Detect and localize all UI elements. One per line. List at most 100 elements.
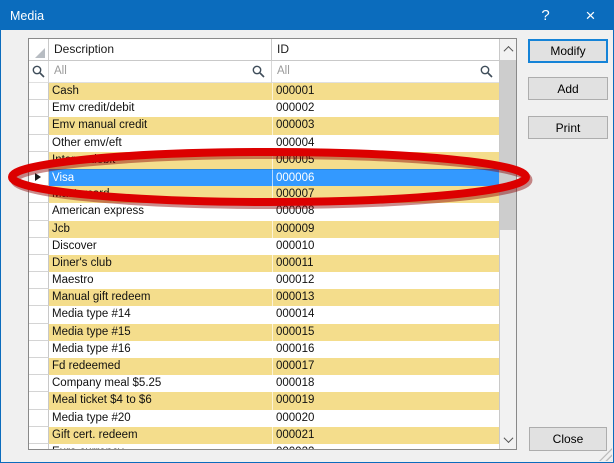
row-selector-cell[interactable] — [29, 186, 49, 203]
table-row[interactable]: Diner's club000011 — [29, 255, 499, 272]
row-selector-cell[interactable] — [29, 255, 49, 272]
table-row[interactable]: Media type #20000020 — [29, 410, 499, 427]
row-selector-cell[interactable] — [29, 306, 49, 323]
scroll-up-icon[interactable] — [500, 39, 516, 59]
description-cell[interactable]: Media type #14 — [49, 306, 272, 323]
row-selector-cell[interactable] — [29, 203, 49, 220]
table-row[interactable]: Manual gift redeem000013 — [29, 289, 499, 306]
table-row[interactable]: Company meal $5.25000018 — [29, 375, 499, 392]
description-cell[interactable]: Diner's club — [49, 255, 272, 272]
table-row[interactable]: Emv manual credit000003 — [29, 117, 499, 134]
description-cell[interactable]: Cash — [49, 83, 272, 100]
row-selector-cell[interactable] — [29, 169, 49, 186]
id-cell[interactable]: 000013 — [272, 289, 499, 306]
close-button[interactable]: Close — [529, 427, 607, 451]
description-cell[interactable]: Gift cert. redeem — [49, 427, 272, 444]
table-row[interactable]: Mastercard000007 — [29, 186, 499, 203]
id-cell[interactable]: 000015 — [272, 324, 499, 341]
id-cell[interactable]: 000007 — [272, 186, 499, 203]
row-selector-cell[interactable] — [29, 392, 49, 409]
description-cell[interactable]: Mastercard — [49, 186, 272, 203]
id-cell[interactable]: 000004 — [272, 135, 499, 152]
table-row[interactable]: Media type #14000014 — [29, 306, 499, 323]
table-row[interactable]: Euro currency000022 — [29, 444, 499, 449]
id-cell[interactable]: 000011 — [272, 255, 499, 272]
description-cell[interactable]: Media type #20 — [49, 410, 272, 427]
row-selector-cell[interactable] — [29, 289, 49, 306]
id-cell[interactable]: 000003 — [272, 117, 499, 134]
description-cell[interactable]: Euro currency — [49, 444, 272, 449]
description-cell[interactable]: Other emv/eft — [49, 135, 272, 152]
filter-selector-cell[interactable] — [29, 61, 49, 83]
table-row[interactable]: Emv credit/debit000002 — [29, 100, 499, 117]
table-row[interactable]: Discover000010 — [29, 238, 499, 255]
description-cell[interactable]: Discover — [49, 238, 272, 255]
row-selector-cell[interactable] — [29, 135, 49, 152]
help-icon[interactable]: ? — [523, 1, 568, 30]
titlebar[interactable]: Media ? × — [1, 1, 613, 30]
row-selector-cell[interactable] — [29, 444, 49, 449]
id-cell[interactable]: 000014 — [272, 306, 499, 323]
row-selector-cell[interactable] — [29, 221, 49, 238]
description-cell[interactable]: Media type #15 — [49, 324, 272, 341]
description-cell[interactable]: Interac debit — [49, 152, 272, 169]
row-selector-cell[interactable] — [29, 100, 49, 117]
id-cell[interactable]: 000006 — [272, 169, 499, 186]
scrollbar-thumb[interactable] — [500, 60, 516, 230]
id-cell[interactable]: 000001 — [272, 83, 499, 100]
table-row[interactable]: Media type #15000015 — [29, 324, 499, 341]
description-cell[interactable]: Media type #16 — [49, 341, 272, 358]
id-cell[interactable]: 000016 — [272, 341, 499, 358]
description-cell[interactable]: Fd redeemed — [49, 358, 272, 375]
id-cell[interactable]: 000017 — [272, 358, 499, 375]
description-filter-input[interactable]: All — [49, 61, 272, 83]
description-cell[interactable]: Visa — [49, 169, 272, 186]
table-row-selected[interactable]: Visa000006 — [29, 169, 499, 186]
id-cell[interactable]: 000010 — [272, 238, 499, 255]
table-row[interactable]: Other emv/eft000004 — [29, 135, 499, 152]
id-filter-input[interactable]: All — [272, 61, 499, 83]
table-row[interactable]: Interac debit000005 — [29, 152, 499, 169]
vertical-scrollbar[interactable] — [499, 39, 516, 449]
row-selector-cell[interactable] — [29, 272, 49, 289]
row-selector-cell[interactable] — [29, 238, 49, 255]
id-cell[interactable]: 000020 — [272, 410, 499, 427]
description-cell[interactable]: Jcb — [49, 221, 272, 238]
print-button[interactable]: Print — [528, 116, 608, 139]
id-cell[interactable]: 000022 — [272, 444, 499, 449]
row-selector-cell[interactable] — [29, 341, 49, 358]
id-cell[interactable]: 000002 — [272, 100, 499, 117]
table-row[interactable]: Jcb000009 — [29, 221, 499, 238]
description-cell[interactable]: American express — [49, 203, 272, 220]
row-selector-cell[interactable] — [29, 358, 49, 375]
description-cell[interactable]: Meal ticket $4 to $6 — [49, 392, 272, 409]
modify-button[interactable]: Modify — [528, 39, 608, 63]
description-cell[interactable]: Emv credit/debit — [49, 100, 272, 117]
column-header-description[interactable]: Description — [49, 39, 272, 61]
column-header-id[interactable]: ID — [272, 39, 499, 61]
close-icon[interactable]: × — [568, 1, 613, 30]
description-cell[interactable]: Emv manual credit — [49, 117, 272, 134]
table-row[interactable]: Cash000001 — [29, 83, 499, 100]
row-selector-cell[interactable] — [29, 410, 49, 427]
id-cell[interactable]: 000021 — [272, 427, 499, 444]
add-button[interactable]: Add — [528, 77, 608, 100]
table-row[interactable]: Media type #16000016 — [29, 341, 499, 358]
table-row[interactable]: American express000008 — [29, 203, 499, 220]
description-cell[interactable]: Maestro — [49, 272, 272, 289]
table-row[interactable]: Meal ticket $4 to $6000019 — [29, 392, 499, 409]
row-selector-cell[interactable] — [29, 152, 49, 169]
description-cell[interactable]: Manual gift redeem — [49, 289, 272, 306]
row-selector-cell[interactable] — [29, 117, 49, 134]
id-cell[interactable]: 000008 — [272, 203, 499, 220]
table-row[interactable]: Fd redeemed000017 — [29, 358, 499, 375]
search-icon[interactable] — [480, 65, 493, 78]
id-cell[interactable]: 000012 — [272, 272, 499, 289]
id-cell[interactable]: 000019 — [272, 392, 499, 409]
row-selector-cell[interactable] — [29, 324, 49, 341]
row-selector-cell[interactable] — [29, 375, 49, 392]
id-cell[interactable]: 000005 — [272, 152, 499, 169]
id-cell[interactable]: 000018 — [272, 375, 499, 392]
row-selector-cell[interactable] — [29, 83, 49, 100]
table-row[interactable]: Maestro000012 — [29, 272, 499, 289]
